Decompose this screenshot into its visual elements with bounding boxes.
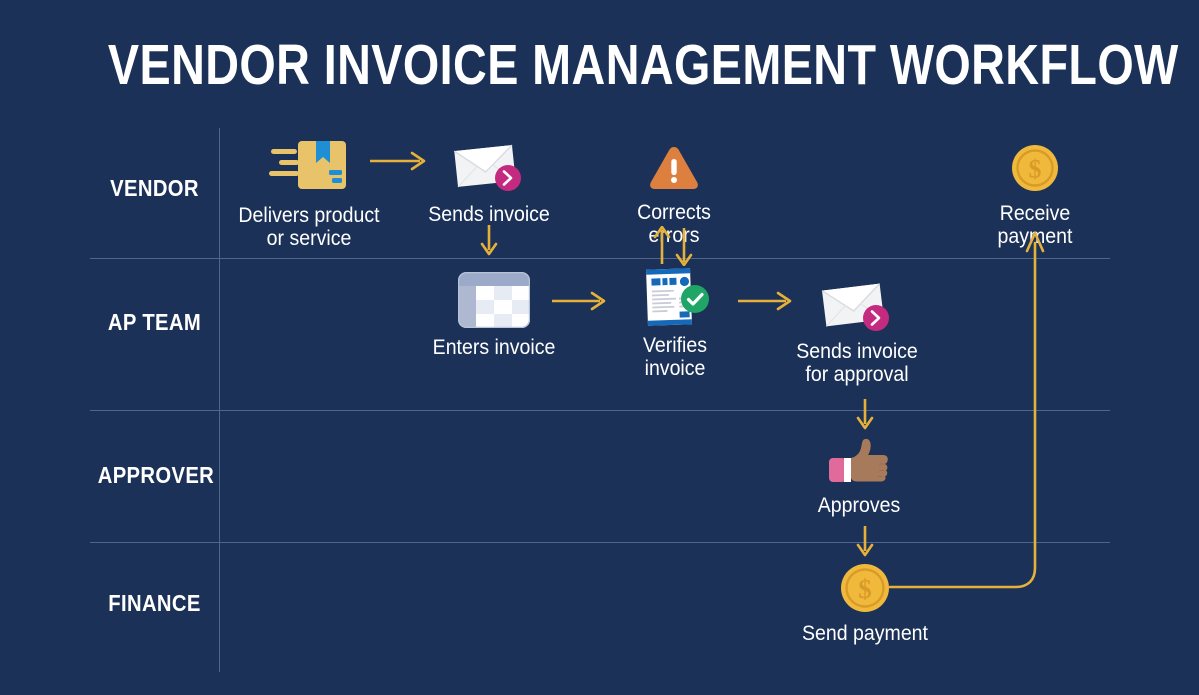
coin-dollar-icon: $ <box>955 133 1115 193</box>
step-label-delivers-product: Delivers product or service <box>238 204 380 250</box>
step-label-sends-invoice: Sends invoice <box>428 203 550 226</box>
step-delivers-product[interactable]: Delivers product or service <box>228 133 390 250</box>
envelope-send-icon <box>420 130 558 194</box>
workflow-diagram: VENDOR INVOICE MANAGEMENT WORKFLOW VENDO… <box>0 0 1199 695</box>
svg-text:$: $ <box>858 574 872 604</box>
spreadsheet-grid-icon <box>424 268 564 328</box>
lane-label-approver: APPROVER <box>97 462 215 488</box>
step-label-verifies-invoice: Verifies invoice <box>642 334 708 380</box>
lane-label-finance: FINANCE <box>108 590 201 616</box>
lane-label-ap-team: AP TEAM <box>107 309 202 335</box>
warning-triangle-icon <box>604 131 744 193</box>
step-enters-invoice[interactable]: Enters invoice <box>424 268 564 359</box>
lane-label-divider <box>219 128 220 672</box>
step-label-enters-invoice: Enters invoice <box>432 336 556 359</box>
connector-approval-to-approves <box>852 398 878 437</box>
step-sends-invoice[interactable]: Sends invoice <box>420 130 558 226</box>
connector-enters-to-verifies <box>550 288 610 319</box>
step-verifies-invoice[interactable]: Verifies invoice <box>606 266 744 380</box>
step-label-send-payment: Send payment <box>802 622 928 645</box>
connector-payment-return-path <box>880 225 1060 605</box>
lane-label-vendor: VENDOR <box>110 175 199 201</box>
invoice-check-icon <box>606 266 744 328</box>
svg-text:$: $ <box>1029 155 1042 184</box>
connector-sends-to-enters <box>476 224 502 263</box>
connector-corrects-verify-pair <box>648 225 704 271</box>
page-title: VENDOR INVOICE MANAGEMENT WORKFLOW <box>107 33 1179 97</box>
package-icon <box>228 133 390 195</box>
connector-verifies-to-approval <box>736 288 796 319</box>
